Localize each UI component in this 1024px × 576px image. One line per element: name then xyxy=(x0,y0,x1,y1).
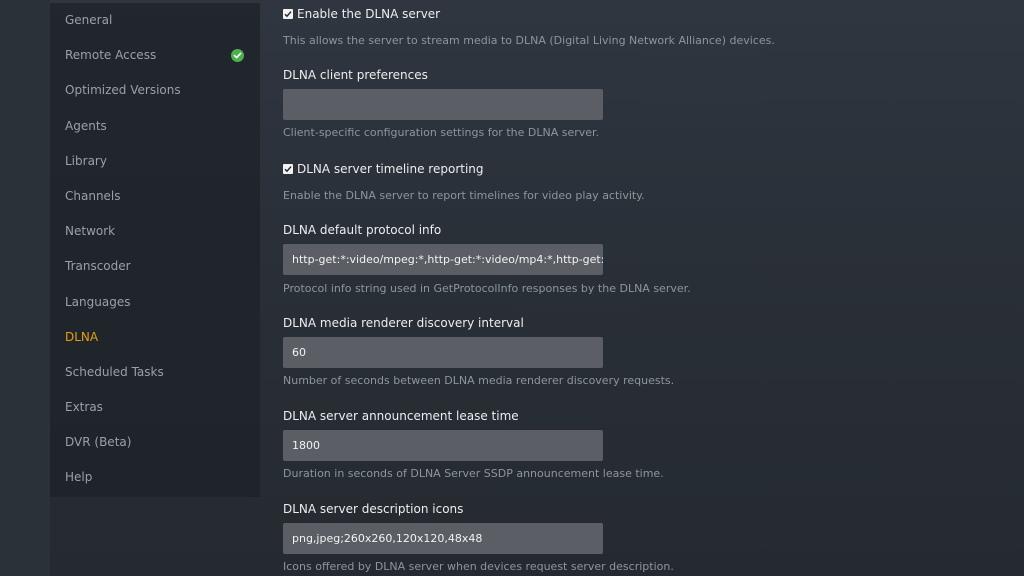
sidebar-item-languages[interactable]: Languages xyxy=(50,285,260,320)
enable-dlna-help: This allows the server to stream media t… xyxy=(283,34,775,47)
discovery-interval-input[interactable]: 60 xyxy=(283,337,603,368)
sidebar-item-channels[interactable]: Channels xyxy=(50,179,260,214)
discovery-interval-label: DLNA media renderer discovery interval xyxy=(283,316,524,330)
sidebar-item-extras[interactable]: Extras xyxy=(50,390,260,425)
timeline-reporting-label: DLNA server timeline reporting xyxy=(297,162,484,176)
client-prefs-label: DLNA client preferences xyxy=(283,68,428,82)
sidebar-item-dlna[interactable]: DLNA xyxy=(50,320,260,355)
sidebar-item-dvr[interactable]: DVR (Beta) xyxy=(50,425,260,460)
protocol-info-label: DLNA default protocol info xyxy=(283,223,442,237)
client-prefs-help: Client-specific configuration settings f… xyxy=(283,126,600,139)
settings-sidebar: General Remote Access Optimized Versions… xyxy=(50,3,260,497)
protocol-info-input[interactable]: http-get:*:video/mpeg:*,http-get:*:video… xyxy=(283,244,603,275)
enable-dlna-checkbox[interactable] xyxy=(283,9,293,19)
timeline-reporting-checkbox-row[interactable]: DLNA server timeline reporting xyxy=(283,161,484,177)
sidebar-item-optimized-versions[interactable]: Optimized Versions xyxy=(50,73,260,108)
lease-time-input[interactable]: 1800 xyxy=(283,430,603,461)
sidebar-item-network[interactable]: Network xyxy=(50,214,260,249)
enable-dlna-checkbox-row[interactable]: Enable the DLNA server xyxy=(283,6,440,22)
description-icons-input[interactable]: png,jpeg;260x260,120x120,48x48 xyxy=(283,523,603,554)
timeline-reporting-help: Enable the DLNA server to report timelin… xyxy=(283,189,645,202)
client-prefs-input[interactable] xyxy=(283,89,603,120)
sidebar-item-scheduled-tasks[interactable]: Scheduled Tasks xyxy=(50,355,260,390)
sidebar-item-transcoder[interactable]: Transcoder xyxy=(50,249,260,284)
description-icons-label: DLNA server description icons xyxy=(283,502,464,516)
lease-time-help: Duration in seconds of DLNA Server SSDP … xyxy=(283,467,664,480)
sidebar-item-library[interactable]: Library xyxy=(50,144,260,179)
discovery-interval-help: Number of seconds between DLNA media ren… xyxy=(283,374,675,387)
enable-dlna-label: Enable the DLNA server xyxy=(297,7,441,21)
sidebar-item-general[interactable]: General xyxy=(50,3,260,38)
sidebar-item-label: Remote Access xyxy=(65,48,157,63)
timeline-reporting-checkbox[interactable] xyxy=(283,164,293,174)
check-circle-icon xyxy=(231,49,244,63)
sidebar-item-agents[interactable]: Agents xyxy=(50,109,260,144)
window-left-edge xyxy=(0,0,50,576)
protocol-info-help: Protocol info string used in GetProtocol… xyxy=(283,282,691,295)
sidebar-item-remote-access[interactable]: Remote Access xyxy=(50,38,260,73)
description-icons-help: Icons offered by DLNA server when device… xyxy=(283,560,674,573)
sidebar-item-help[interactable]: Help xyxy=(50,460,260,495)
lease-time-label: DLNA server announcement lease time xyxy=(283,409,519,423)
